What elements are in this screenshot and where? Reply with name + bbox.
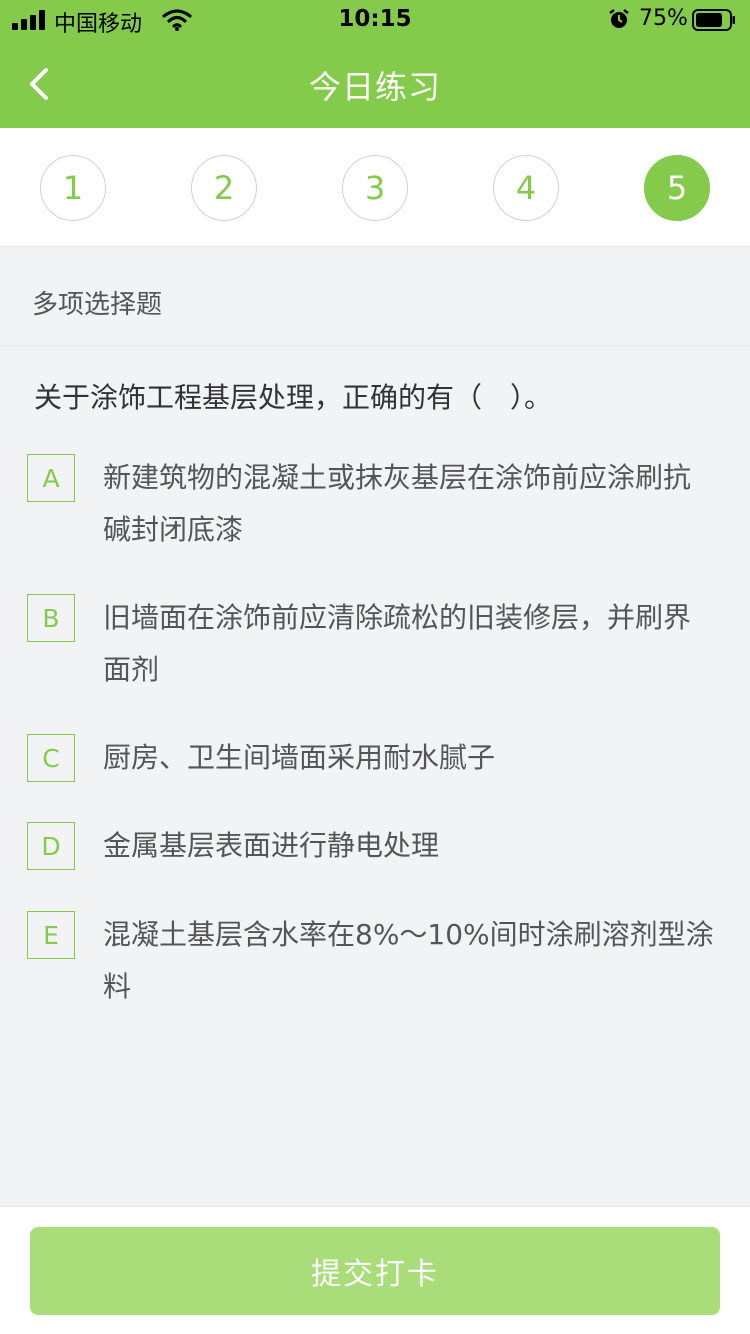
question-navigator: 1 2 3 4 5 [0,128,750,247]
option-text[interactable]: 混凝土基层含水率在8%～10%间时涂刷溶剂型涂料 [103,909,718,1013]
battery-percent: 75% [639,6,688,31]
clock: 10:15 [338,6,412,32]
option-letter[interactable]: D [27,822,75,870]
page-title: 今日练习 [308,68,441,106]
step-1[interactable]: 1 [40,155,106,221]
battery-icon [692,9,735,31]
submit-button[interactable]: 提交打卡 [30,1227,720,1315]
option-letter[interactable]: E [27,911,75,959]
step-5[interactable]: 5 [644,155,710,221]
option-text[interactable]: 厨房、卫生间墙面采用耐水腻子 [103,732,718,784]
question-text: 关于涂饰工程基层处理，正确的有（ ）。 [34,381,553,414]
option-text[interactable]: 新建筑物的混凝土或抹灰基层在涂饰前应涂刷抗碱封闭底漆 [103,452,718,556]
step-3[interactable]: 3 [342,155,408,221]
option-text[interactable]: 金属基层表面进行静电处理 [103,820,718,872]
option-letter[interactable]: A [27,454,75,502]
question-type-row: 多项选择题 [0,248,750,346]
question-type: 多项选择题 [32,290,163,320]
option-letter[interactable]: C [27,734,75,782]
footer: 提交打卡 [0,1206,750,1334]
alarm-icon [609,9,629,28]
step-4[interactable]: 4 [493,155,559,221]
option-text[interactable]: 旧墙面在涂饰前应清除疏松的旧装修层，并刷界面剂 [103,592,718,696]
status-bar: 中国移动 10:15 75% [0,0,750,40]
option-letter[interactable]: B [27,594,75,642]
step-2[interactable]: 2 [191,155,257,221]
header: 中国移动 10:15 75% 今日练习 [0,0,750,128]
